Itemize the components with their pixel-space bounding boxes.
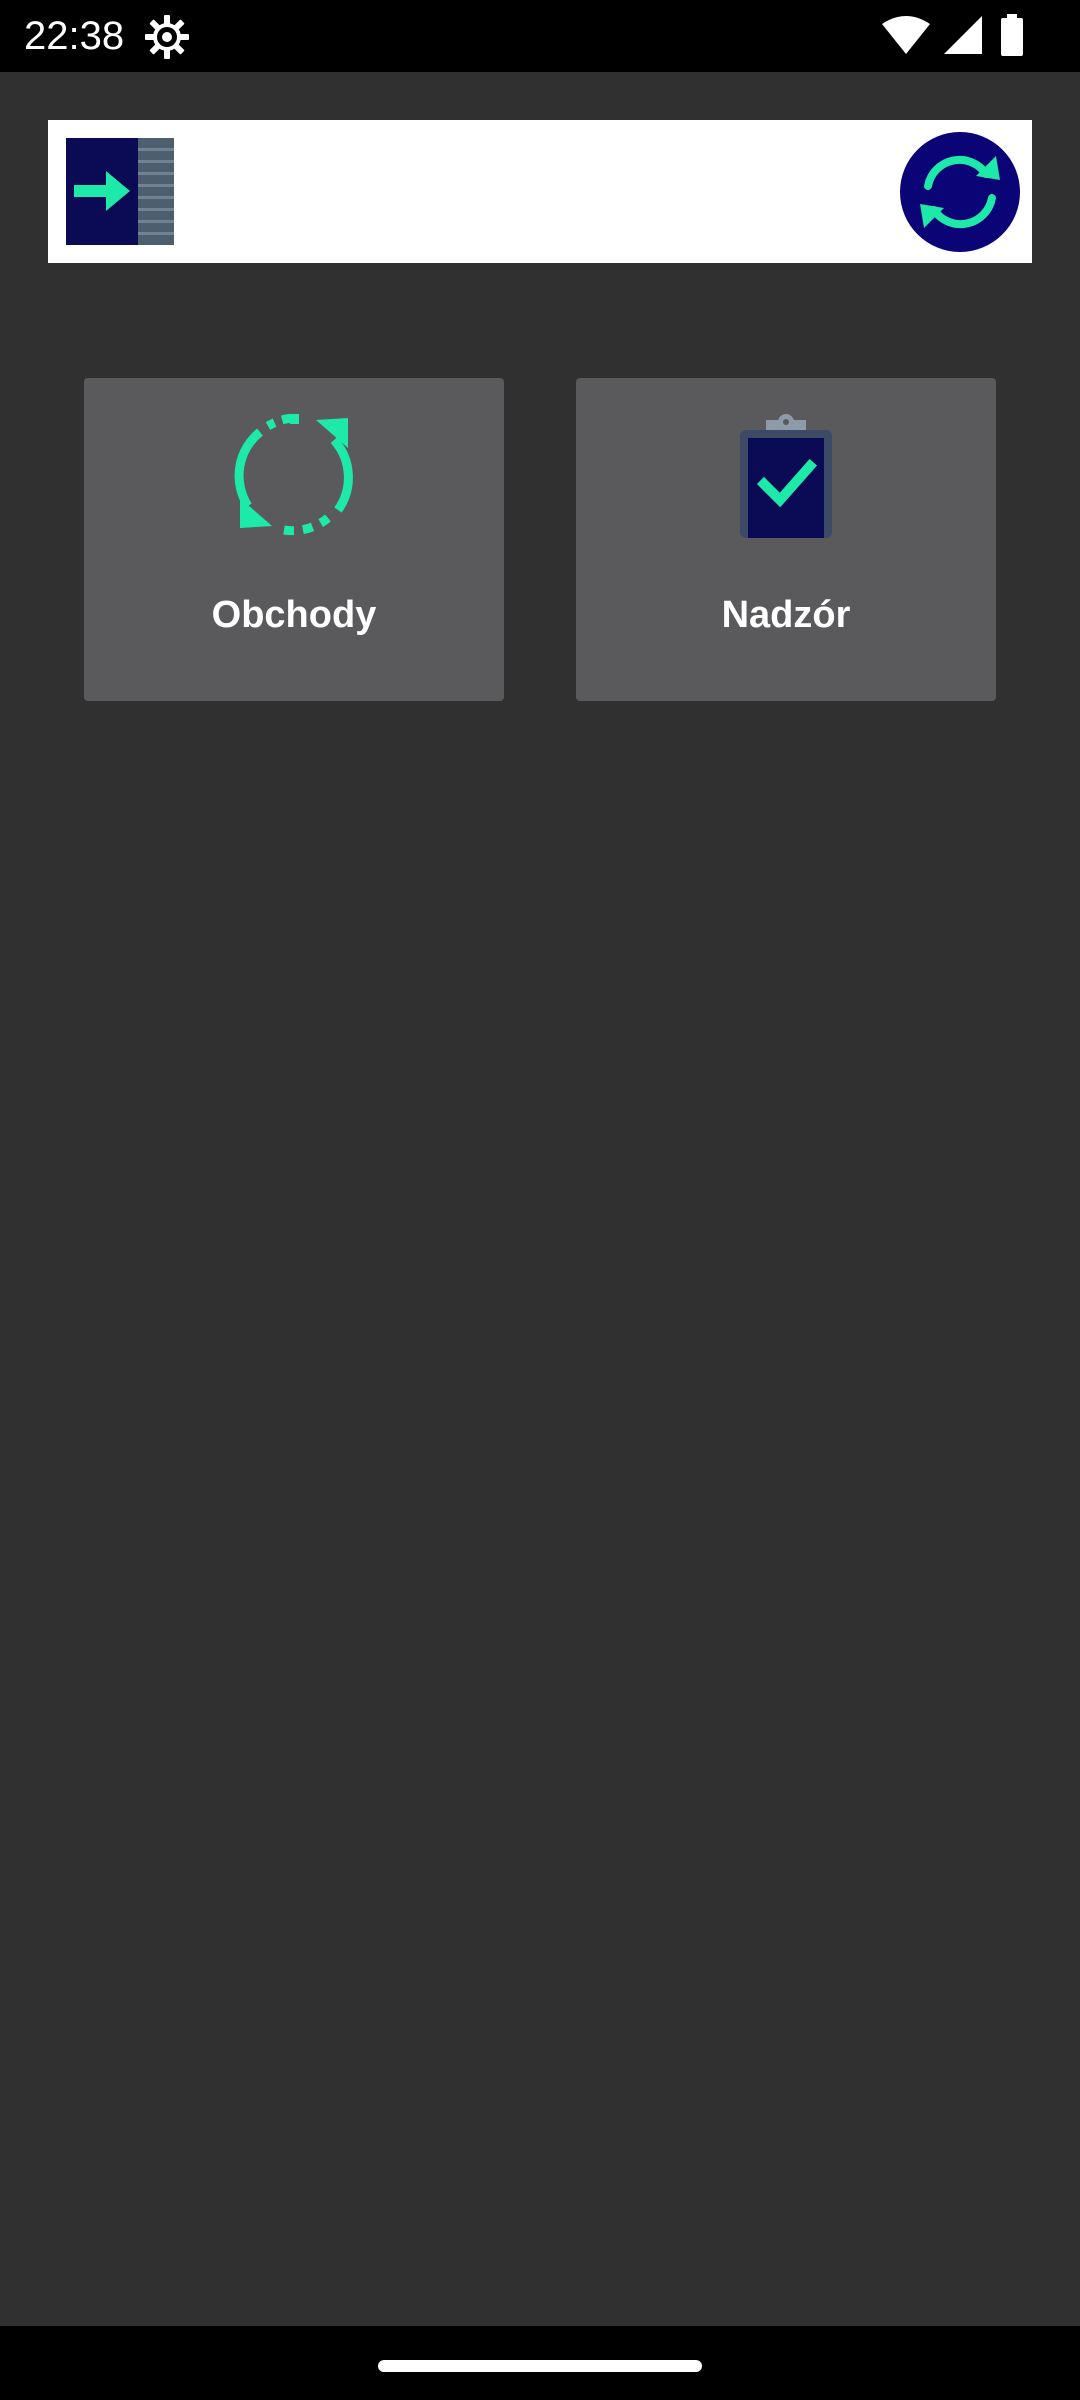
tile-label: Nadzór xyxy=(721,594,851,636)
tile-label: Obchody xyxy=(211,594,377,636)
logout-arrow-icon xyxy=(66,138,174,245)
status-time: 22:38 xyxy=(24,14,125,58)
sync-icon xyxy=(920,155,1000,229)
status-bar: 22:38 xyxy=(0,0,1080,72)
clipboard-check-icon xyxy=(726,414,846,538)
cellular-signal-icon xyxy=(944,16,982,54)
battery-icon xyxy=(1001,14,1023,56)
screen: 22:38 Obchody Nadzór xyxy=(0,0,1080,2400)
status-icons xyxy=(880,0,1080,72)
app-content: Obchody Nadzór xyxy=(0,72,1080,2326)
home-indicator[interactable] xyxy=(378,2360,702,2372)
settings-gear-icon xyxy=(144,14,190,60)
dashed-refresh-icon xyxy=(234,413,354,538)
wifi-icon xyxy=(882,16,930,54)
tile-supervision[interactable]: Nadzór xyxy=(576,378,996,701)
header-banner xyxy=(48,120,1032,263)
sync-button[interactable] xyxy=(900,132,1020,252)
tile-rounds[interactable]: Obchody xyxy=(84,378,504,701)
logout-button[interactable] xyxy=(66,138,174,245)
navigation-bar xyxy=(0,2326,1080,2400)
